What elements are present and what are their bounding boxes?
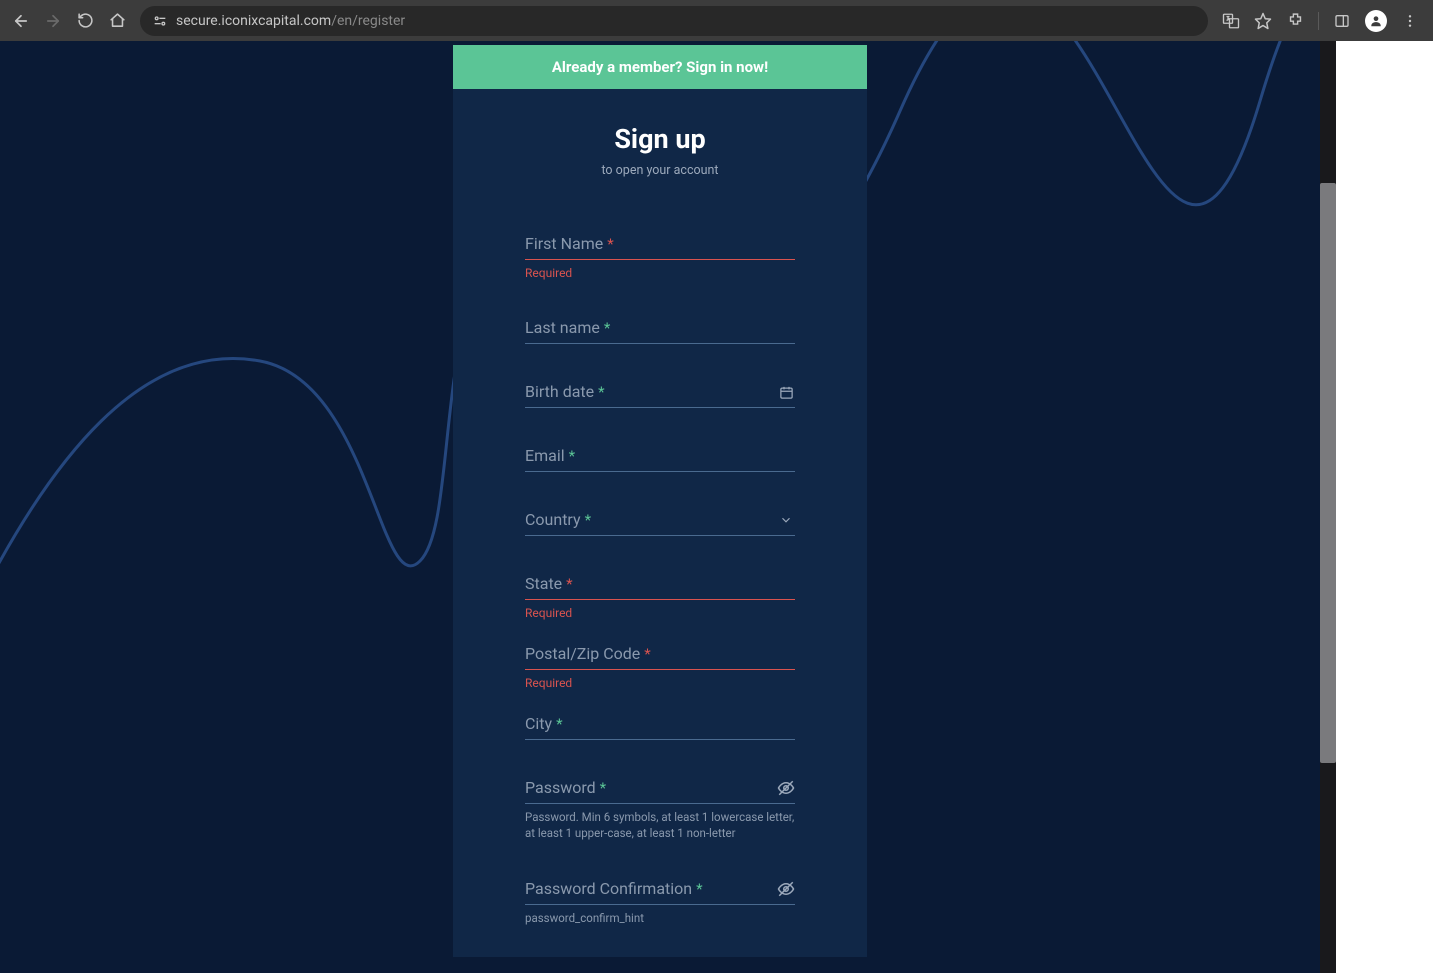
password-confirm-help: password_confirm_hint	[525, 911, 795, 927]
first-name-label: First Name	[525, 234, 603, 253]
state-input[interactable]	[577, 576, 795, 593]
postal-field: Postal/Zip Code * Required	[525, 644, 795, 690]
birth-date-input[interactable]	[609, 384, 777, 401]
password-help: Password. Min 6 symbols, at least 1 lowe…	[525, 810, 795, 841]
city-label: City	[525, 714, 552, 733]
signup-form: First Name * Required Last name * Birth …	[453, 188, 867, 957]
page-title: Sign up	[473, 123, 847, 155]
state-error: Required	[525, 606, 795, 620]
email-row[interactable]: Email *	[525, 446, 795, 472]
birth-date-row[interactable]: Birth date *	[525, 382, 795, 408]
password-input[interactable]	[610, 780, 777, 797]
last-name-label: Last name	[525, 318, 600, 337]
required-asterisk-icon: *	[604, 319, 610, 337]
password-confirm-field: Password Confirmation * password_confirm…	[525, 879, 795, 927]
sidepanel-icon[interactable]	[1333, 12, 1351, 30]
city-row[interactable]: City *	[525, 714, 795, 740]
email-label: Email	[525, 446, 565, 465]
scrollbar-thumb[interactable]	[1320, 183, 1336, 763]
required-asterisk-icon: *	[598, 383, 604, 401]
password-field: Password * Password. Min 6 symbols, at l…	[525, 778, 795, 841]
url-text: secure.iconixcapital.com/en/register	[176, 13, 405, 29]
postal-error: Required	[525, 676, 795, 690]
birth-date-field: Birth date *	[525, 382, 795, 408]
eye-off-icon[interactable]	[777, 779, 795, 797]
first-name-input[interactable]	[618, 236, 795, 253]
password-label: Password	[525, 778, 596, 797]
extensions-icon[interactable]	[1286, 12, 1304, 30]
password-confirm-input[interactable]	[707, 881, 777, 898]
bookmark-star-icon[interactable]	[1254, 12, 1272, 30]
password-confirm-row[interactable]: Password Confirmation *	[525, 879, 795, 905]
chevron-down-icon[interactable]	[777, 511, 795, 529]
country-label: Country	[525, 510, 581, 529]
forward-icon[interactable]	[44, 12, 62, 30]
state-row[interactable]: State *	[525, 574, 795, 600]
required-asterisk-icon: *	[696, 880, 702, 898]
required-asterisk-icon: *	[600, 779, 606, 797]
url-bar[interactable]: secure.iconixcapital.com/en/register	[140, 6, 1208, 36]
page-viewport: Already a member? Sign in now! Sign up t…	[0, 41, 1320, 973]
last-name-input[interactable]	[614, 320, 795, 337]
signin-banner[interactable]: Already a member? Sign in now!	[453, 45, 867, 89]
required-asterisk-icon: *	[566, 575, 572, 593]
translate-icon[interactable]	[1222, 12, 1240, 30]
birth-date-label: Birth date	[525, 382, 594, 401]
home-icon[interactable]	[108, 12, 126, 30]
right-gutter	[1336, 41, 1433, 973]
city-input[interactable]	[567, 716, 795, 733]
profile-avatar-icon[interactable]	[1365, 10, 1387, 32]
scrollbar-track[interactable]	[1320, 41, 1336, 973]
first-name-error: Required	[525, 266, 795, 280]
eye-off-icon[interactable]	[777, 880, 795, 898]
password-confirm-label: Password Confirmation	[525, 879, 692, 898]
last-name-field: Last name *	[525, 318, 795, 344]
postal-label: Postal/Zip Code	[525, 644, 640, 663]
card-header: Sign up to open your account	[453, 89, 867, 188]
email-field: Email *	[525, 446, 795, 472]
browser-toolbar: secure.iconixcapital.com/en/register	[0, 0, 1433, 41]
toolbar-separator	[1318, 12, 1319, 30]
required-asterisk-icon: *	[607, 235, 613, 253]
state-field: State * Required	[525, 574, 795, 620]
toolbar-right-group	[1222, 10, 1419, 32]
kebab-menu-icon[interactable]	[1401, 12, 1419, 30]
required-asterisk-icon: *	[569, 447, 575, 465]
site-settings-icon[interactable]	[152, 13, 168, 29]
first-name-field: First Name * Required	[525, 234, 795, 280]
page-subtitle: to open your account	[473, 163, 847, 178]
password-row[interactable]: Password *	[525, 778, 795, 804]
email-input[interactable]	[579, 448, 795, 465]
required-asterisk-icon: *	[556, 715, 562, 733]
required-asterisk-icon: *	[585, 511, 591, 529]
signup-card: Already a member? Sign in now! Sign up t…	[453, 45, 867, 957]
back-icon[interactable]	[12, 12, 30, 30]
calendar-icon[interactable]	[777, 383, 795, 401]
nav-button-group	[12, 12, 126, 30]
country-select[interactable]	[595, 512, 777, 529]
first-name-row[interactable]: First Name *	[525, 234, 795, 260]
country-field: Country *	[525, 510, 795, 536]
state-label: State	[525, 574, 562, 593]
reload-icon[interactable]	[76, 12, 94, 30]
required-asterisk-icon: *	[644, 645, 650, 663]
country-row[interactable]: Country *	[525, 510, 795, 536]
city-field: City *	[525, 714, 795, 740]
last-name-row[interactable]: Last name *	[525, 318, 795, 344]
postal-input[interactable]	[655, 646, 795, 663]
postal-row[interactable]: Postal/Zip Code *	[525, 644, 795, 670]
